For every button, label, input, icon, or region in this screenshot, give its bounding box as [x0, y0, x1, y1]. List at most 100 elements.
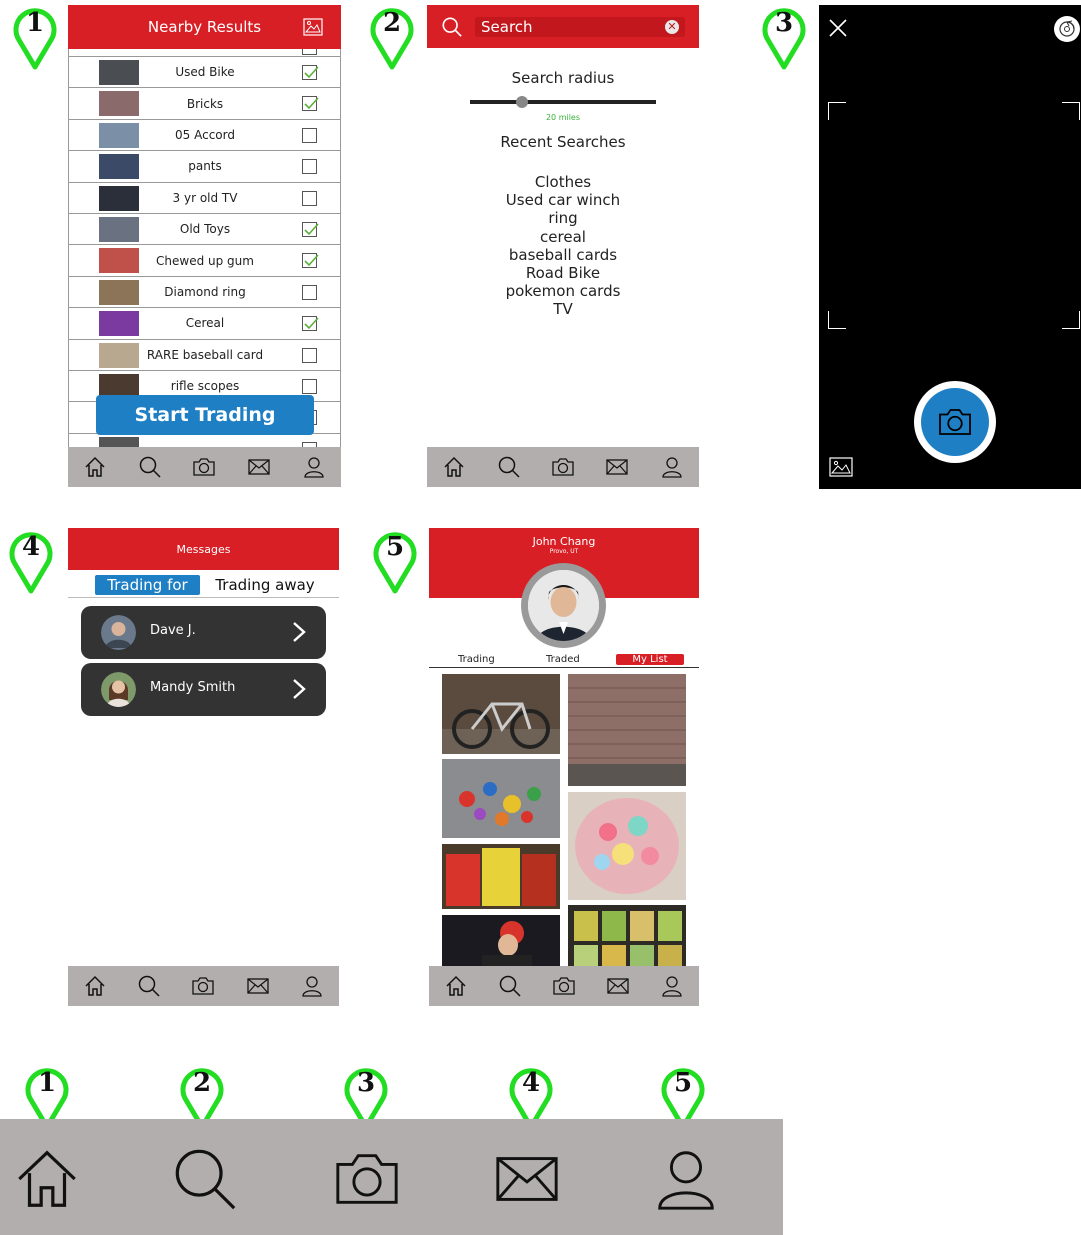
item-checkbox[interactable] — [302, 378, 317, 394]
profile-icon[interactable] — [651, 1144, 721, 1214]
list-item[interactable]: Diamond ring — [69, 277, 340, 309]
bike-photo[interactable] — [442, 674, 560, 754]
shutter-button[interactable] — [914, 381, 996, 463]
nav-profile-icon[interactable] — [659, 973, 685, 999]
list-item[interactable]: RARE baseball card — [69, 340, 340, 371]
item-checkbox[interactable] — [302, 127, 317, 143]
search-input[interactable]: Search ✕ — [475, 17, 685, 37]
recent-search-item[interactable]: Road Bike — [427, 264, 699, 282]
item-checkbox[interactable] — [302, 316, 319, 332]
gum-photo[interactable] — [568, 792, 686, 900]
nav-home-icon[interactable] — [443, 973, 469, 999]
nav-search-icon[interactable] — [136, 973, 162, 999]
checkmark-icon — [304, 254, 319, 267]
search-icon[interactable] — [170, 1144, 240, 1214]
recent-search-item[interactable]: Used car winch — [427, 191, 699, 209]
checkmark-icon — [304, 97, 319, 110]
list-item[interactable]: Bricks — [69, 88, 340, 120]
nav-home-icon[interactable] — [441, 454, 467, 480]
clear-search-icon[interactable]: ✕ — [665, 20, 679, 34]
nav-camera-icon[interactable] — [550, 454, 576, 480]
recent-search-item[interactable]: baseball cards — [427, 246, 699, 264]
profile-tabs: Trading Traded My List — [429, 654, 699, 668]
nav-camera-icon[interactable] — [190, 973, 216, 999]
nav-profile-icon[interactable] — [301, 454, 327, 480]
cards-photo[interactable] — [568, 905, 686, 970]
item-checkbox[interactable] — [302, 284, 317, 300]
item-thumbnail — [99, 60, 139, 85]
message-thread[interactable]: Dave J. — [81, 606, 326, 659]
cereal-photo[interactable] — [442, 844, 560, 909]
thread-name: Mandy Smith — [150, 680, 236, 695]
item-checkbox[interactable] — [302, 253, 319, 269]
thread-name: Dave J. — [150, 623, 196, 638]
recent-searches-list: Clothes Used car winch ring cereal baseball … — [427, 173, 699, 319]
nav-profile-icon[interactable] — [299, 973, 325, 999]
nav-search-icon[interactable] — [497, 973, 523, 999]
bricks-photo[interactable] — [568, 674, 686, 786]
nav-mail-icon[interactable] — [605, 973, 631, 999]
home-icon[interactable] — [12, 1144, 82, 1214]
gallery-icon[interactable] — [829, 457, 853, 477]
recent-search-item[interactable]: pokemon cards — [427, 282, 699, 300]
mail-icon[interactable] — [492, 1144, 562, 1214]
list-item[interactable]: 05 Accord — [69, 120, 340, 152]
item-checkbox[interactable] — [302, 96, 319, 112]
nav-mail-icon[interactable] — [245, 973, 271, 999]
list-item[interactable]: pants — [69, 151, 340, 183]
flip-camera-icon[interactable] — [1054, 16, 1080, 42]
recent-search-item[interactable]: Clothes — [427, 173, 699, 191]
nav-camera-icon[interactable] — [191, 454, 217, 480]
radius-slider-track[interactable] — [470, 100, 656, 104]
nearby-list[interactable]: Used Bike Bricks 05 Accord pants 3 yr old TV… — [68, 49, 341, 447]
item-checkbox[interactable] — [302, 221, 319, 237]
list-item[interactable]: Old Toys — [69, 214, 340, 246]
tab-my-list[interactable]: My List — [616, 654, 684, 665]
item-thumbnail — [99, 436, 139, 447]
item-checkbox[interactable] — [302, 65, 319, 80]
recent-searches-label: Recent Searches — [500, 133, 626, 151]
recent-search-item[interactable]: ring — [427, 209, 699, 227]
tab-trading-away[interactable]: Trading away — [210, 575, 320, 595]
nav-search-icon[interactable] — [496, 454, 522, 480]
list-item[interactable]: Cereal — [69, 308, 340, 340]
nearby-header: Nearby Results — [68, 5, 341, 49]
nav-legend-bar — [0, 1119, 783, 1235]
nav-search-icon[interactable] — [137, 454, 163, 480]
tab-trading-for[interactable]: Trading for — [95, 575, 200, 595]
list-item[interactable]: Used Bike — [69, 57, 340, 89]
toys-photo[interactable] — [442, 759, 560, 838]
item-checkbox[interactable] — [302, 347, 317, 363]
radius-slider-handle[interactable] — [516, 96, 529, 108]
item-checkbox[interactable] — [302, 49, 317, 55]
pin-number: 2 — [192, 1068, 212, 1098]
close-icon[interactable] — [829, 19, 847, 37]
list-item-partial — [69, 434, 340, 447]
item-checkbox[interactable] — [302, 190, 317, 206]
recent-search-item[interactable]: TV — [427, 300, 699, 318]
start-trading-button[interactable]: Start Trading — [96, 395, 314, 435]
nav-home-icon[interactable] — [82, 973, 108, 999]
nav-mail-icon[interactable] — [246, 454, 272, 480]
item-checkbox[interactable] — [302, 159, 317, 175]
camera-icon[interactable] — [332, 1144, 402, 1214]
magician-photo[interactable] — [442, 915, 560, 970]
list-item[interactable]: Chewed up gum — [69, 245, 340, 277]
tab-trading[interactable]: Trading — [458, 654, 495, 665]
recent-search-item[interactable]: cereal — [427, 228, 699, 246]
nav-camera-icon[interactable] — [551, 973, 577, 999]
nearby-results-screen: Nearby Results Used Bike Bricks 05 Accord p… — [68, 5, 341, 487]
nav-mail-icon[interactable] — [604, 454, 630, 480]
nav-profile-icon[interactable] — [659, 454, 685, 480]
viewfinder-corner — [828, 102, 846, 120]
pin-5: 5 — [372, 528, 418, 594]
image-view-icon[interactable] — [303, 18, 323, 36]
profile-avatar[interactable] — [521, 563, 606, 648]
tab-traded[interactable]: Traded — [546, 654, 580, 665]
messages-header: Messages — [68, 528, 339, 570]
list-item[interactable]: 3 yr old TV — [69, 183, 340, 214]
search-placeholder: Search — [481, 18, 533, 36]
message-thread[interactable]: Mandy Smith — [81, 663, 326, 716]
nearby-title: Nearby Results — [147, 18, 262, 36]
nav-home-icon[interactable] — [82, 454, 108, 480]
